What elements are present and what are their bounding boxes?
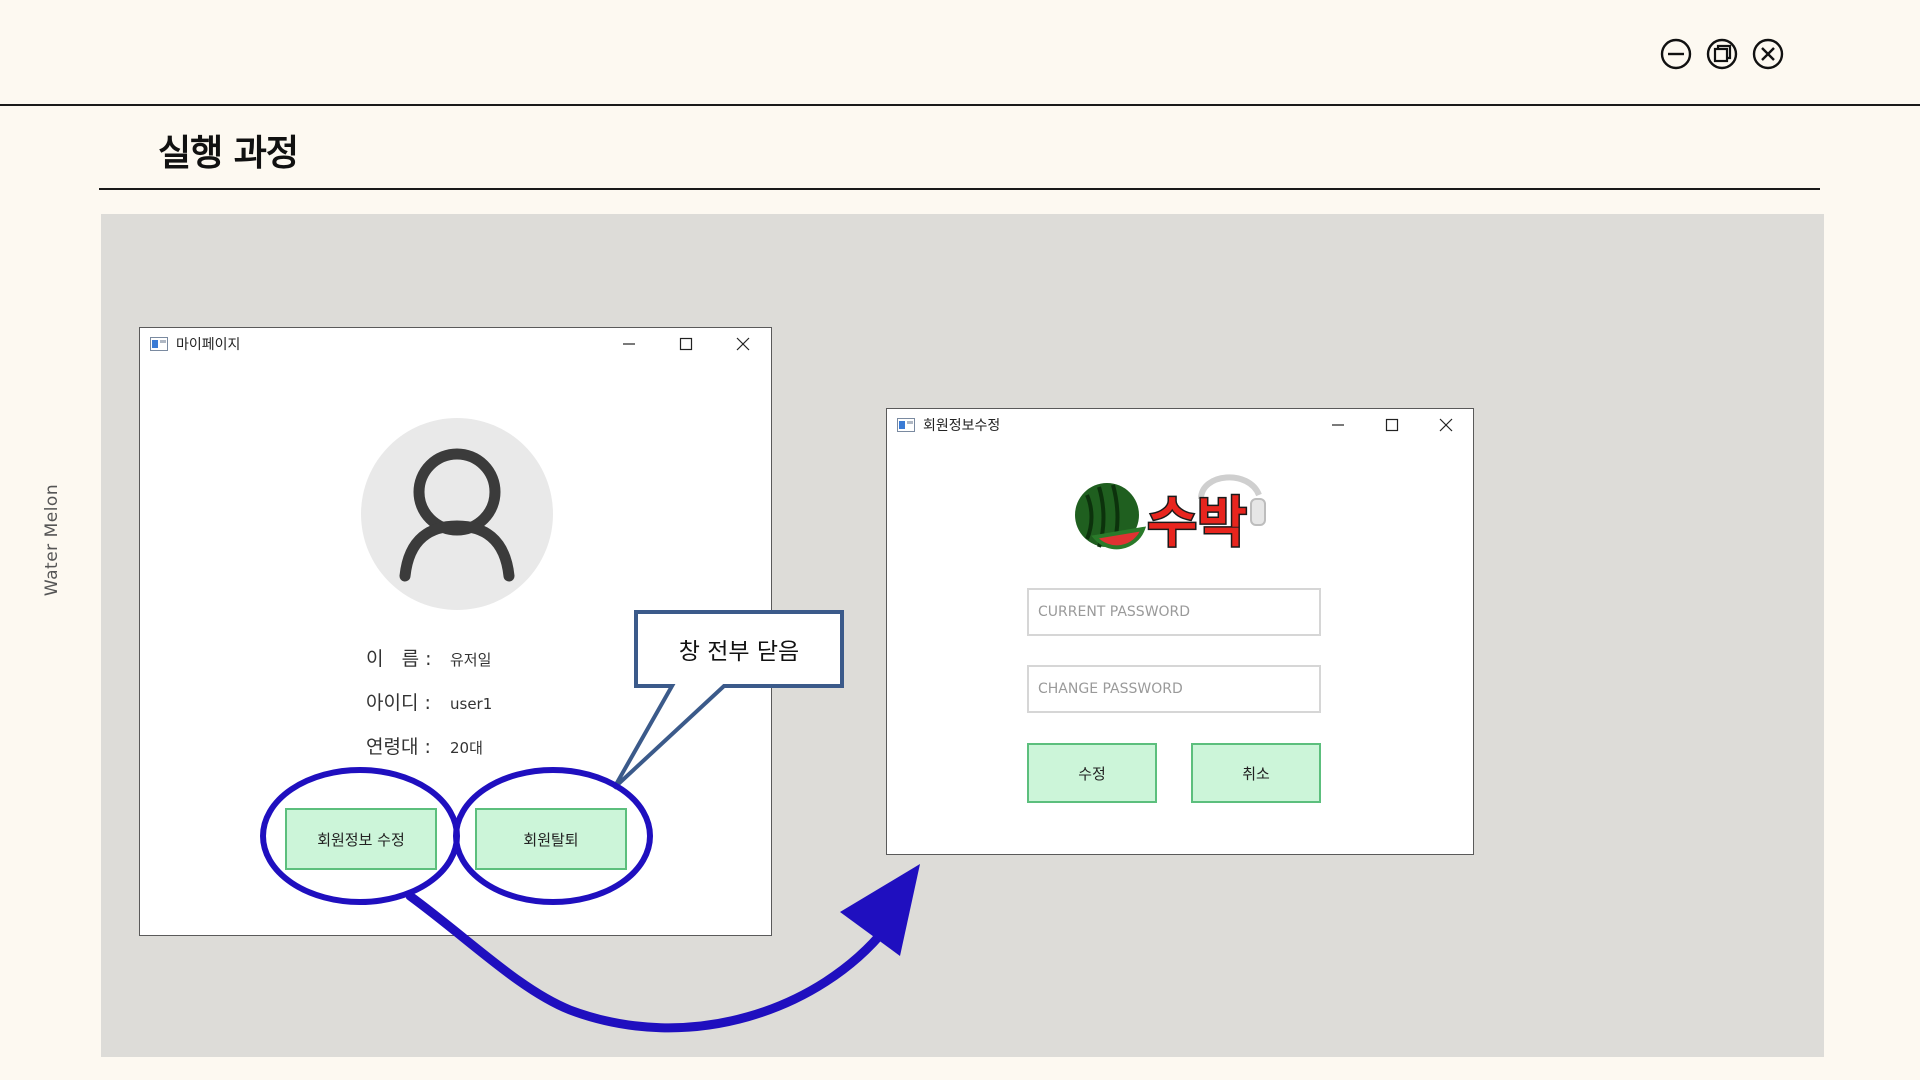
id-value: user1 [450, 695, 493, 713]
user-icon [399, 448, 515, 582]
app-icon [150, 337, 168, 351]
close-icon [736, 337, 749, 351]
window-title: 마이페이지 [176, 337, 241, 353]
close-icon [1439, 418, 1453, 432]
minimize-icon[interactable] [1660, 38, 1692, 70]
age-value: 20대 [450, 739, 483, 757]
watermelon-logo: 수박 [1075, 474, 1266, 556]
logo-text: 수박 [1147, 491, 1246, 554]
minimize-icon [622, 343, 635, 345]
window-minimize-button[interactable] [600, 328, 657, 360]
current-password-input[interactable] [1027, 588, 1321, 636]
maximize-icon [679, 337, 692, 351]
window-titlebar[interactable]: 마이페이지 [140, 328, 771, 360]
app-icon [897, 418, 915, 432]
side-brand-text: Water Melon [42, 483, 62, 597]
info-row-name: 이 름 : 유저일 [366, 644, 491, 671]
window-titlebar[interactable]: 회원정보수정 [887, 409, 1473, 441]
info-row-id: 아이디 : user1 [366, 688, 492, 715]
header-divider [0, 104, 1920, 106]
window-maximize-button[interactable] [1365, 409, 1419, 441]
window-maximize-button[interactable] [657, 328, 714, 360]
window-close-button[interactable] [714, 328, 771, 360]
title-divider [99, 188, 1820, 190]
window-minimize-button[interactable] [1311, 409, 1365, 441]
change-password-input[interactable] [1027, 665, 1321, 713]
restore-icon[interactable] [1706, 38, 1738, 70]
edit-info-button[interactable]: 회원정보 수정 [285, 808, 437, 870]
close-icon[interactable] [1752, 38, 1784, 70]
name-label: 이 름 : [366, 648, 432, 670]
slide-window-controls [1660, 38, 1784, 70]
id-label: 아이디 : [366, 692, 431, 714]
confirm-edit-button[interactable]: 수정 [1027, 743, 1157, 803]
avatar [361, 418, 553, 610]
window-close-button[interactable] [1419, 409, 1473, 441]
withdraw-button[interactable]: 회원탈퇴 [475, 808, 627, 870]
info-row-age: 연령대 : 20대 [366, 732, 483, 759]
maximize-icon [1385, 418, 1399, 432]
cancel-edit-button[interactable]: 취소 [1191, 743, 1321, 803]
callout-text: 창 전부 닫음 [678, 639, 800, 665]
window-title: 회원정보수정 [923, 418, 1001, 434]
age-label: 연령대 : [366, 736, 431, 758]
name-value: 유저일 [450, 651, 492, 669]
minimize-icon [1332, 424, 1344, 426]
edit-info-window: 회원정보수정 수박 수정 취소 [886, 408, 1474, 855]
slide-title: 실행 과정 [158, 133, 299, 174]
